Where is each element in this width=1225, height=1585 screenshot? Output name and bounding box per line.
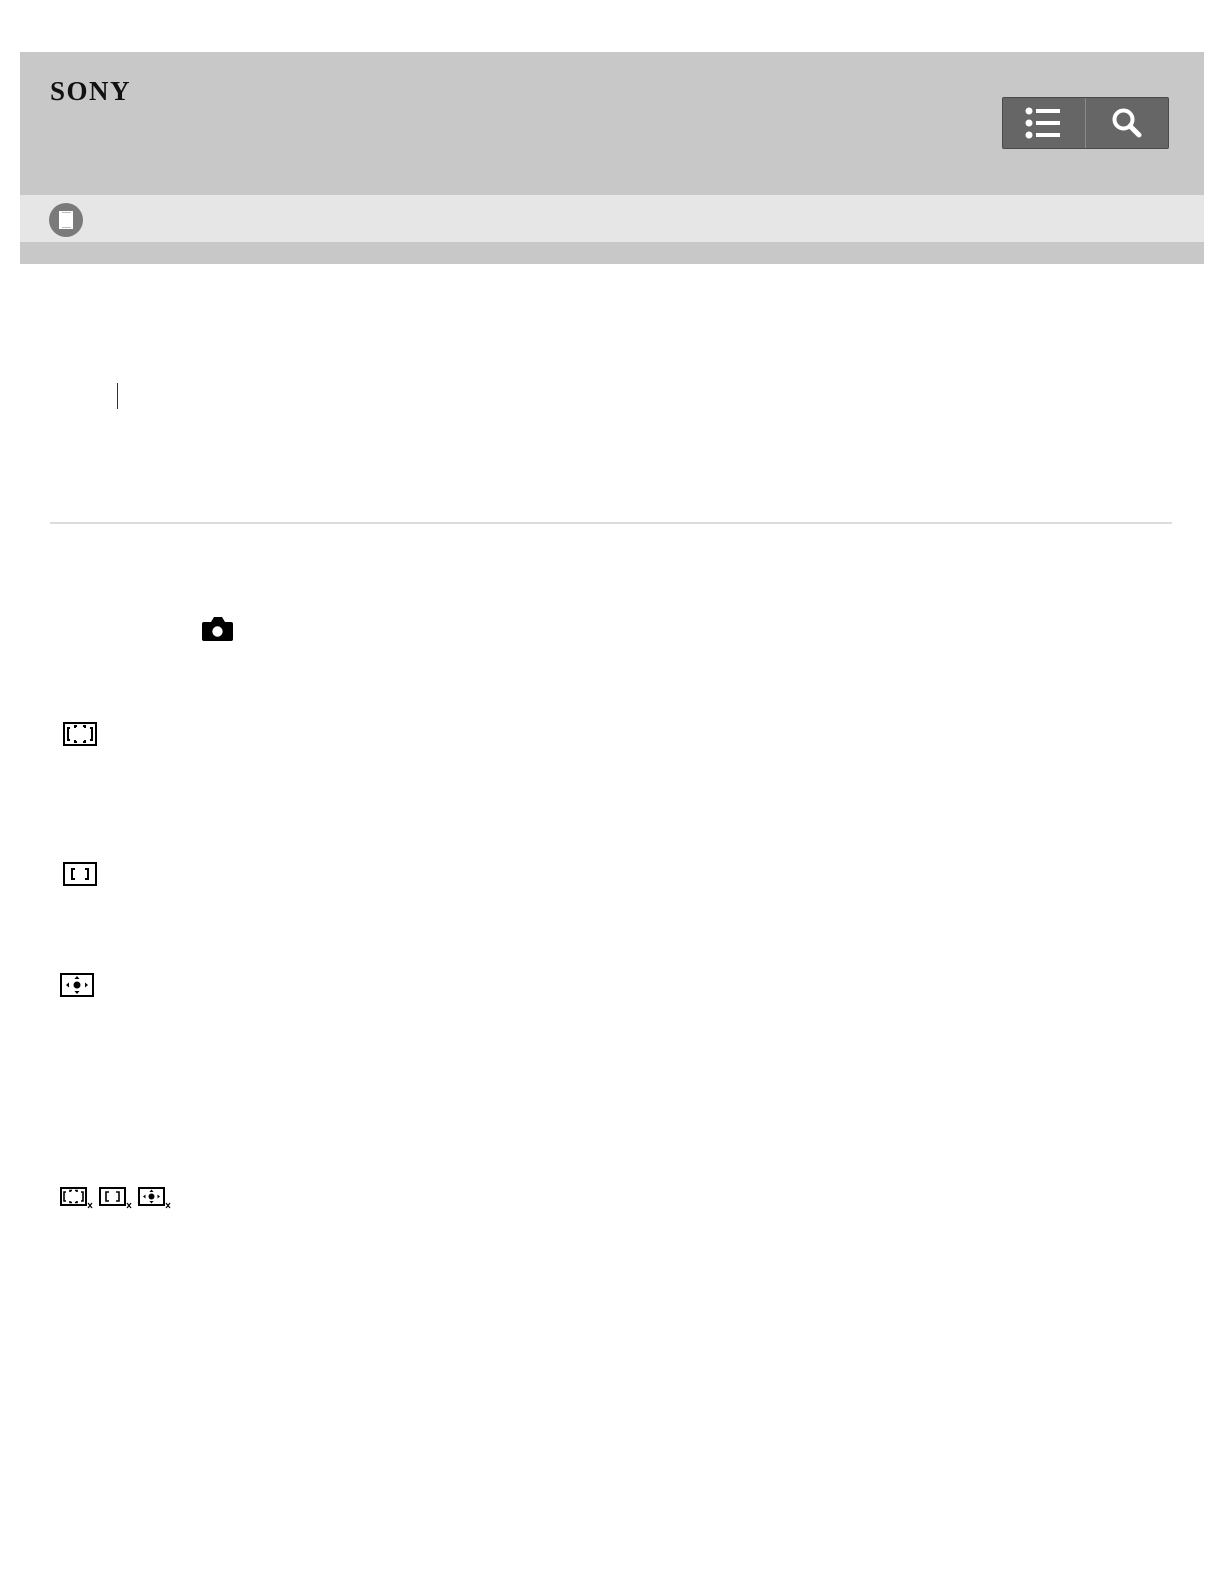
title-divider [50,522,1172,524]
center-focus-area-icon [63,862,97,886]
header-toolbar [1002,97,1169,149]
book-icon [59,211,73,229]
breadcrumb-separator [117,383,118,409]
center-tracking-icon [99,1187,132,1209]
book-button[interactable] [49,203,83,237]
sony-logo[interactable]: SONY [50,76,131,106]
wide-focus-area-icon [63,722,97,746]
flexible-spot-focus-icon [60,973,94,997]
search-icon [1112,108,1142,138]
sub-navigation-bar [20,195,1204,242]
wide-tracking-icon [60,1187,93,1209]
camera-mode-icon [202,617,233,641]
header-bottom-band [20,242,1204,264]
search-button[interactable] [1085,98,1168,148]
list-icon [1025,107,1060,139]
menu-button[interactable] [1003,98,1085,148]
flexible-spot-tracking-icon [138,1187,171,1209]
page-header: SONY [20,52,1204,195]
